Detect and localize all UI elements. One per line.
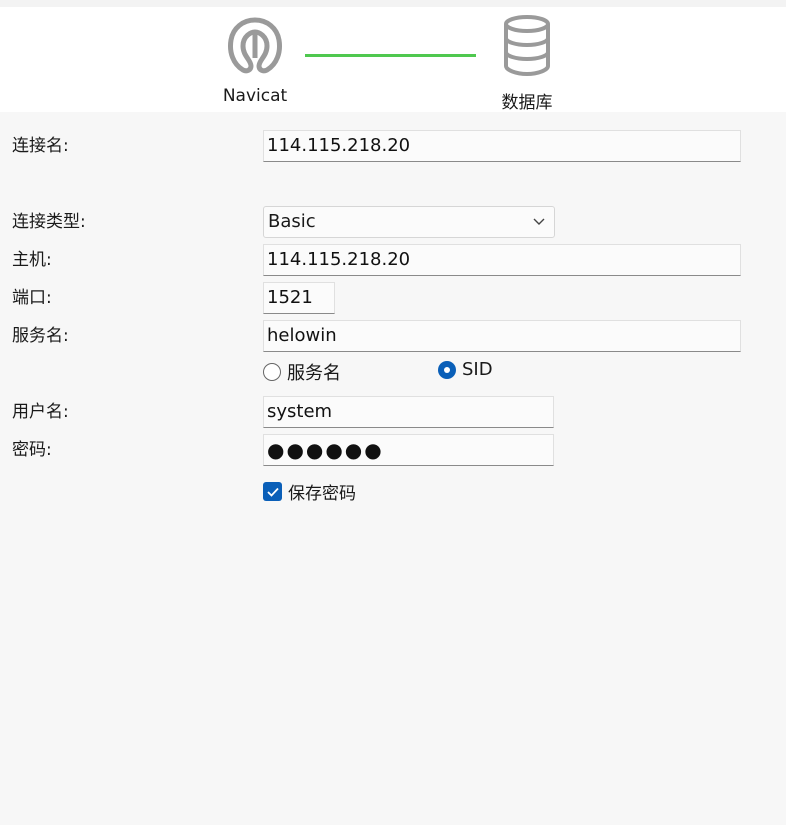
password-input[interactable]: ●●●●●● [263, 434, 554, 466]
radio-service-name[interactable]: 服务名 [263, 359, 341, 385]
radio-unchecked-icon [263, 363, 281, 381]
chevron-down-icon [533, 218, 545, 225]
connection-line [305, 54, 476, 57]
connection-header [0, 7, 786, 112]
checkmark-icon [266, 487, 279, 497]
radio-service-name-label: 服务名 [287, 363, 341, 384]
row-connection-name: 连接名: 114.115.218.20 [0, 130, 786, 162]
top-strip [0, 0, 786, 7]
port-input[interactable]: 1521 [263, 282, 335, 314]
row-connection-type: 连接类型: Basic [0, 206, 786, 238]
navicat-logo-icon [228, 17, 282, 74]
connection-name-input[interactable]: 114.115.218.20 [263, 130, 741, 162]
radio-sid[interactable]: SID [438, 359, 493, 380]
connection-type-value: Basic [268, 211, 316, 232]
username-input[interactable]: system [263, 396, 554, 428]
row-username: 用户名: system [0, 396, 786, 428]
connection-name-label: 连接名: [12, 136, 69, 156]
app-logo-block: Navicat [205, 14, 305, 106]
service-name-label: 服务名: [12, 326, 69, 346]
db-label: 数据库 [501, 93, 553, 113]
password-label: 密码: [12, 440, 52, 460]
radio-checked-icon [438, 360, 456, 379]
save-password-label: 保存密码 [288, 484, 356, 504]
host-input[interactable]: 114.115.218.20 [263, 244, 741, 276]
checkbox-checked-icon [263, 482, 282, 501]
service-name-input[interactable]: helowin [263, 320, 741, 352]
app-label: Navicat [222, 86, 288, 106]
db-logo-block: 数据库 [477, 14, 577, 113]
save-password-checkbox[interactable]: 保存密码 [263, 479, 356, 504]
connection-type-label: 连接类型: [12, 212, 86, 232]
username-label: 用户名: [12, 402, 69, 422]
connection-type-select[interactable]: Basic [263, 206, 555, 238]
host-label: 主机: [12, 250, 52, 270]
database-icon [504, 15, 550, 77]
row-password: 密码: ●●●●●● [0, 434, 786, 466]
port-label: 端口: [12, 288, 52, 308]
row-host: 主机: 114.115.218.20 [0, 244, 786, 276]
row-service-name: 服务名: helowin [0, 320, 786, 352]
row-port: 端口: 1521 [0, 282, 786, 314]
radio-sid-label: SID [462, 359, 493, 380]
